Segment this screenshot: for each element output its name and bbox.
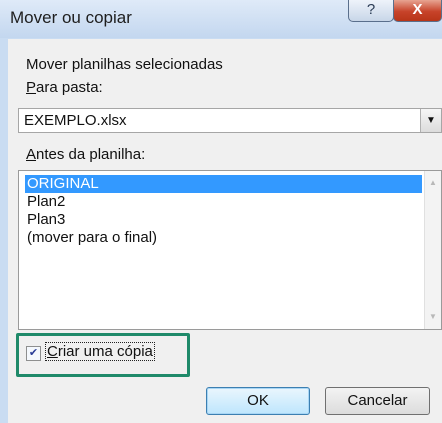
create-copy-checkbox[interactable]: ✔ [26, 346, 41, 361]
list-item-plan2[interactable]: Plan2 [25, 193, 422, 211]
to-book-value: EXEMPLO.xlsx [24, 112, 127, 129]
move-copy-dialog: Mover ou copiar ? X Mover planilhas sele… [0, 0, 442, 423]
close-icon: X [412, 1, 423, 18]
cancel-button[interactable]: Cancelar [325, 387, 430, 415]
ok-button[interactable]: OK [206, 387, 310, 415]
before-sheet-label-text: ntes da planilha: [36, 146, 146, 163]
create-copy-accesskey: C [47, 343, 58, 360]
dropdown-arrow-icon[interactable]: ▼ [420, 109, 441, 132]
to-book-accesskey: P [26, 79, 37, 96]
to-book-label-text: ara pasta: [36, 79, 103, 96]
before-sheet-label: Antes da planilha: [26, 146, 145, 163]
to-book-combobox[interactable]: EXEMPLO.xlsx ▼ [18, 108, 442, 133]
help-icon: ? [366, 1, 376, 18]
list-item-original[interactable]: ORIGINAL [25, 175, 422, 193]
checkmark-icon: ✔ [28, 347, 39, 359]
sheet-listbox[interactable]: ORIGINAL Plan2 Plan3 (mover para o final… [18, 170, 442, 330]
create-copy-label[interactable]: Criar uma cópia [45, 342, 155, 361]
scroll-up-icon[interactable]: ▲ [425, 175, 441, 191]
move-selected-label: Mover planilhas selecionadas [26, 56, 223, 73]
title-bar[interactable]: Mover ou copiar ? X [0, 0, 442, 38]
list-item-plan3[interactable]: Plan3 [25, 211, 422, 229]
before-sheet-accesskey: A [26, 146, 37, 163]
to-book-label: Para pasta: [26, 79, 103, 96]
close-button[interactable]: X [393, 0, 442, 22]
list-item-move-to-end[interactable]: (mover para o final) [25, 229, 422, 247]
scroll-down-icon[interactable]: ▼ [425, 309, 441, 325]
help-button[interactable]: ? [348, 0, 394, 22]
create-copy-label-text: riar uma cópia [57, 343, 153, 360]
list-scrollbar[interactable]: ▲ ▼ [424, 171, 441, 329]
window-title: Mover ou copiar [10, 8, 132, 27]
